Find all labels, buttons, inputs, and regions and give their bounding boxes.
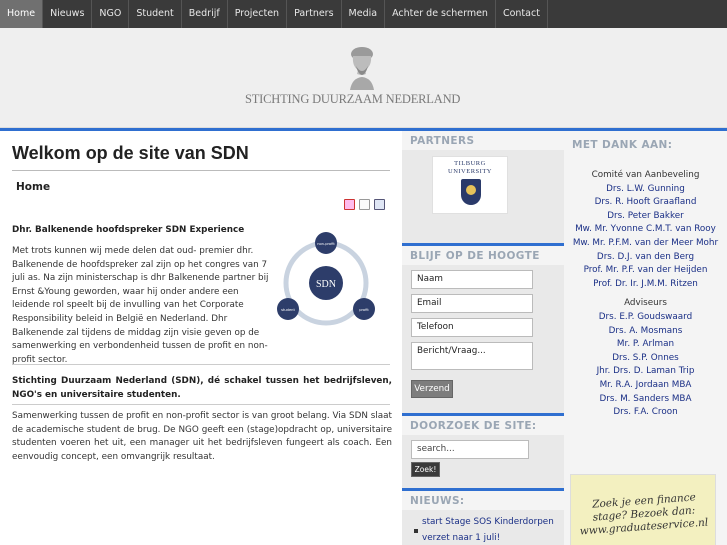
thanks-heading: MET DANK AAN:: [572, 139, 673, 151]
page-title: Welkom op de site van SDN: [12, 143, 249, 163]
phone-field[interactable]: Telefoon: [411, 318, 533, 337]
mission-body: Samenwerking tussen de profit en non-pro…: [12, 411, 392, 462]
committee-member[interactable]: Drs. R. Hooft Graafland: [564, 196, 727, 210]
partners-heading: PARTNERS: [410, 135, 475, 147]
advisor[interactable]: Mr. P. Arlman: [564, 338, 727, 352]
right-sidebar: MET DANK AAN: Comité van Aanbeveling Drs…: [564, 128, 727, 545]
nav-item-home[interactable]: Home: [0, 0, 44, 28]
advisor[interactable]: Drs. A. Mosmans: [564, 325, 727, 339]
send-button[interactable]: Verzend: [411, 380, 453, 398]
nav-item-student[interactable]: Student: [129, 0, 182, 28]
advisor[interactable]: Drs. E.P. Goudswaard: [564, 311, 727, 325]
news-item-1-continued[interactable]: verzet naar 1 juli!: [422, 531, 562, 545]
email-field[interactable]: Email: [411, 294, 533, 313]
content-divider: [12, 404, 390, 405]
middle-sidebar: PARTNERS TILBURG UNIVERSITY BLIJF OP DE …: [402, 128, 564, 545]
committee-member[interactable]: Prof. Dr. Ir. J.M.M. Ritzen: [564, 278, 727, 292]
search-input[interactable]: search...: [411, 440, 529, 459]
nav-item-contact[interactable]: Contact: [496, 0, 548, 28]
search-header: DOORZOEK DE SITE:: [402, 413, 564, 435]
article-body: Met trots kunnen wij mede delen dat oud-…: [12, 246, 269, 365]
partner-logo-line2: UNIVERSITY: [448, 168, 492, 175]
message-field[interactable]: Bericht/Vraag...: [411, 342, 533, 370]
committee-member[interactable]: Mw. Mr. P.F.M. van der Meer Mohr: [564, 237, 727, 251]
article-tools: [344, 199, 385, 210]
graduateservice-ad[interactable]: Zoek je een finance stage? Bezoek dan: w…: [570, 474, 716, 545]
advisor[interactable]: Drs. F.A. Croon: [564, 406, 727, 420]
tilburg-university-logo[interactable]: TILBURG UNIVERSITY: [432, 156, 508, 214]
diagram-node-right-label: profit: [359, 308, 369, 312]
partner-logo-line1: TILBURG: [454, 160, 486, 167]
article-heading: Dhr. Balkenende hoofdspreker SDN Experie…: [12, 225, 245, 235]
pdf-icon[interactable]: [344, 199, 355, 210]
name-field[interactable]: Naam: [411, 270, 533, 289]
crest-icon: [461, 179, 481, 205]
nav-item-nieuws[interactable]: Nieuws: [43, 0, 93, 28]
thanks-list: Comité van Aanbeveling Drs. L.W. Gunning…: [564, 169, 727, 420]
news-item-1[interactable]: start Stage SOS Kinderdorpen: [422, 515, 562, 529]
sdn-diagram: SDN non-profit student profit: [277, 232, 375, 326]
news-heading: NIEUWS:: [410, 495, 465, 507]
nav-item-projecten[interactable]: Projecten: [228, 0, 288, 28]
bullet-icon: [414, 529, 418, 533]
content-divider: [12, 364, 390, 365]
print-icon[interactable]: [359, 199, 370, 210]
nav-item-bedrijf[interactable]: Bedrijf: [182, 0, 228, 28]
committee-member[interactable]: Prof. Mr. P.F. van der Heijden: [564, 264, 727, 278]
breadcrumb: Home: [16, 181, 51, 193]
advisors-heading: Adviseurs: [624, 298, 667, 309]
committee-member[interactable]: Drs. D.J. van den Berg: [564, 251, 727, 265]
nav-item-media[interactable]: Media: [342, 0, 386, 28]
diagram-node-left-label: student: [281, 308, 295, 312]
main-content: Welkom op de site van SDN Home Dhr. Balk…: [0, 128, 402, 545]
partners-header: PARTNERS: [402, 128, 564, 150]
advisor[interactable]: Mr. R.A. Jordaan MBA: [564, 379, 727, 393]
title-divider: [12, 170, 390, 171]
committee-heading: Comité van Aanbeveling: [591, 170, 700, 180]
nav-item-partners[interactable]: Partners: [287, 0, 342, 28]
advisor[interactable]: Drs. M. Sanders MBA: [564, 393, 727, 407]
diagram-center-label: SDN: [316, 279, 336, 290]
top-navigation: Home Nieuws NGO Student Bedrijf Projecte…: [0, 0, 727, 28]
mission-heading: Stichting Duurzaam Nederland (SDN), dé s…: [12, 376, 392, 400]
logo-figure-icon[interactable]: [344, 44, 380, 90]
committee-member[interactable]: Drs. L.W. Gunning: [564, 183, 727, 197]
committee-member[interactable]: Drs. Peter Bakker: [564, 210, 727, 224]
logo-text[interactable]: STICHTING DUURZAAM NEDERLAND: [245, 92, 485, 107]
site-header: STICHTING DUURZAAM NEDERLAND: [0, 28, 727, 128]
search-heading: DOORZOEK DE SITE:: [410, 420, 537, 432]
news-header: NIEUWS:: [402, 488, 564, 510]
advisor[interactable]: Drs. S.P. Onnes: [564, 352, 727, 366]
diagram-node-top-label: non-profit: [317, 242, 335, 246]
contact-heading: BLIJF OP DE HOOGTE: [410, 250, 540, 262]
advisor[interactable]: Jhr. Drs. D. Laman Trip: [564, 365, 727, 379]
email-icon[interactable]: [374, 199, 385, 210]
contact-header: BLIJF OP DE HOOGTE: [402, 243, 564, 265]
nav-item-achter-de-schermen[interactable]: Achter de schermen: [385, 0, 496, 28]
committee-member[interactable]: Mw. Mr. Yvonne C.M.T. van Rooy: [564, 223, 727, 237]
search-button[interactable]: Zoek!: [411, 462, 440, 477]
nav-item-ngo[interactable]: NGO: [92, 0, 130, 28]
